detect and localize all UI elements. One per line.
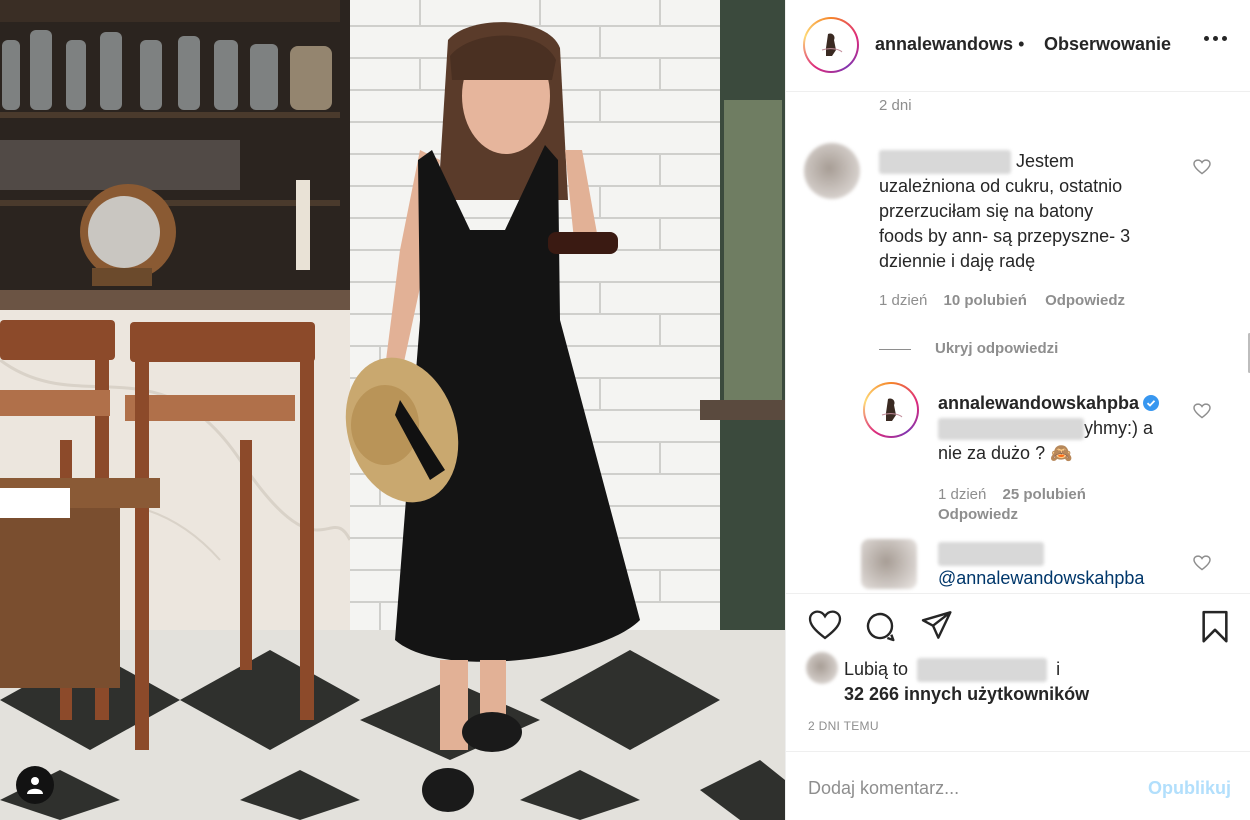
post-side-panel: annalewandows • Obserwowanie 2 dni Jeste… xyxy=(785,0,1250,820)
liker-username[interactable] xyxy=(917,658,1048,682)
add-comment-bar: Opublikuj xyxy=(786,751,1250,820)
comment-text-line: uzależniona od cukru, ostatnio xyxy=(879,176,1123,197)
comment-text-line: dziennie i daję radę xyxy=(879,251,1036,272)
comment-bubble-icon[interactable] xyxy=(864,610,896,642)
reply-likes-count[interactable]: 25 polubień xyxy=(1003,486,1086,503)
liked-by-label: Lubią to xyxy=(844,658,909,679)
comment-text-line: Jestem xyxy=(1016,151,1075,171)
reply-meta: 1 dzień 25 polubień Odpowiedz xyxy=(938,485,1178,525)
heart-outline-icon[interactable] xyxy=(808,610,842,640)
user-tag-icon[interactable] xyxy=(16,766,54,804)
hide-replies-button[interactable]: Ukryj odpowiedzi xyxy=(935,340,1058,357)
reply-button[interactable]: Odpowiedz xyxy=(1045,292,1125,309)
liked-by-conjunction: i xyxy=(1056,658,1061,679)
commenter-avatar[interactable] xyxy=(804,143,860,199)
comment-input[interactable] xyxy=(808,776,1128,800)
comment-like-heart-icon[interactable] xyxy=(1193,159,1211,175)
comment-text-line: przerzuciłam się na batony xyxy=(879,201,1094,222)
emoji-see-no-evil: 🙈 xyxy=(1050,443,1073,463)
caption-time: 2 dni xyxy=(879,97,912,114)
publish-button[interactable]: Opublikuj xyxy=(1148,778,1231,799)
comment-meta: 1 dzień 10 polubień Odpowiedz xyxy=(879,292,1125,309)
author-username-text[interactable]: annalewandows xyxy=(875,34,1013,54)
reply-author-avatar[interactable] xyxy=(863,382,919,438)
comments-list[interactable]: 2 dni Jestem uzależniona od cukru, ostat… xyxy=(786,93,1250,593)
post-photo[interactable] xyxy=(0,0,785,820)
likes-count-text[interactable]: 32 266 innych użytkowników xyxy=(844,684,1089,704)
reply-body: annalewandowskahpba yhmy:) a nie za dużo… xyxy=(938,391,1198,466)
verified-badge-icon xyxy=(1143,395,1160,411)
post-header: annalewandows • Obserwowanie xyxy=(786,0,1250,92)
reply-text-line: nie za dużo ? xyxy=(938,443,1046,463)
post-image xyxy=(0,0,785,820)
comment-likes-count[interactable]: 10 polubień xyxy=(944,292,1027,309)
bookmark-icon[interactable] xyxy=(1200,610,1230,644)
comment-mention[interactable]: @annalewandowskahpba xyxy=(938,566,1198,591)
post-actions: Lubią to i 32 266 innych użytkowników 2 … xyxy=(786,593,1250,751)
paper-plane-icon[interactable] xyxy=(921,610,953,640)
more-horizontal-icon[interactable] xyxy=(1204,36,1227,41)
comment-body: Jestem uzależniona od cukru, ostatnio pr… xyxy=(879,149,1199,274)
liker-avatar[interactable] xyxy=(806,652,838,684)
replies-divider xyxy=(879,349,911,350)
comment-text-line: foods by ann- są przepyszne- 3 xyxy=(879,226,1131,247)
reply-author-logo-icon xyxy=(873,392,909,428)
header-separator: • xyxy=(1018,34,1025,54)
commenter-username[interactable] xyxy=(938,542,1044,567)
author-avatar[interactable] xyxy=(803,17,859,73)
commenter-avatar[interactable] xyxy=(861,539,917,589)
follow-status-button[interactable]: Obserwowanie xyxy=(1044,34,1171,55)
reply-author-username[interactable]: annalewandowskahpba xyxy=(938,393,1139,413)
likes-count[interactable]: 32 266 innych użytkowników xyxy=(844,684,1089,705)
reply-button[interactable]: Odpowiedz xyxy=(938,506,1018,523)
comment-like-heart-icon[interactable] xyxy=(1193,555,1211,571)
liked-by-line: Lubią to i xyxy=(844,658,1060,682)
mentioned-username[interactable] xyxy=(938,418,1084,441)
comment-time: 1 dzień xyxy=(879,292,928,309)
author-username[interactable]: annalewandows • xyxy=(875,34,1024,55)
reply-text-line: yhmy:) a xyxy=(1084,418,1154,438)
author-logo-icon xyxy=(813,27,849,63)
reply-time: 1 dzień xyxy=(938,486,987,503)
reply-like-heart-icon[interactable] xyxy=(1193,403,1211,419)
commenter-username[interactable] xyxy=(879,150,1011,175)
comment-body: @annalewandowskahpba xyxy=(938,541,1198,591)
post-timestamp[interactable]: 2 DNI TEMU xyxy=(808,719,879,733)
